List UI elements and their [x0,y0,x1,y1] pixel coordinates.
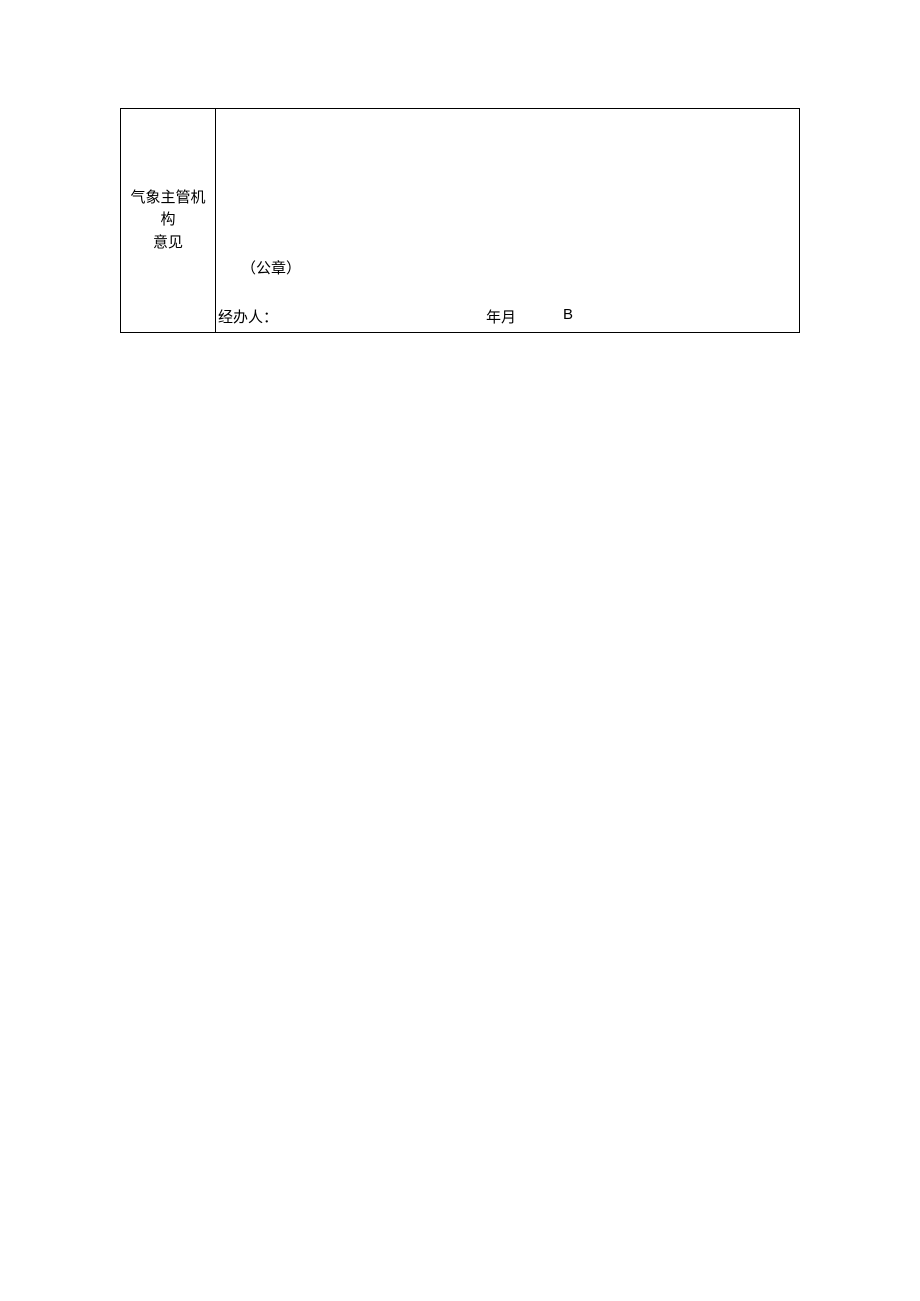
authority-opinion-label-cell: 气象主管机构 意见 [121,109,216,333]
official-seal-label: （公章） [241,257,301,278]
approval-form-table: 气象主管机构 意见 （公章） 经办人： 年月 B [120,108,800,333]
handler-label: 经办人： [218,306,278,327]
date-label: 年月 [486,306,516,327]
label-line-2: 意见 [153,235,183,251]
table-row: 气象主管机构 意见 （公章） 经办人： 年月 B [121,109,800,333]
label-line-1: 气象主管机构 [130,190,205,229]
end-marker: B [563,306,573,323]
authority-opinion-content-cell: （公章） 经办人： 年月 B [216,109,800,333]
signature-line: 经办人： 年月 B [218,306,801,327]
